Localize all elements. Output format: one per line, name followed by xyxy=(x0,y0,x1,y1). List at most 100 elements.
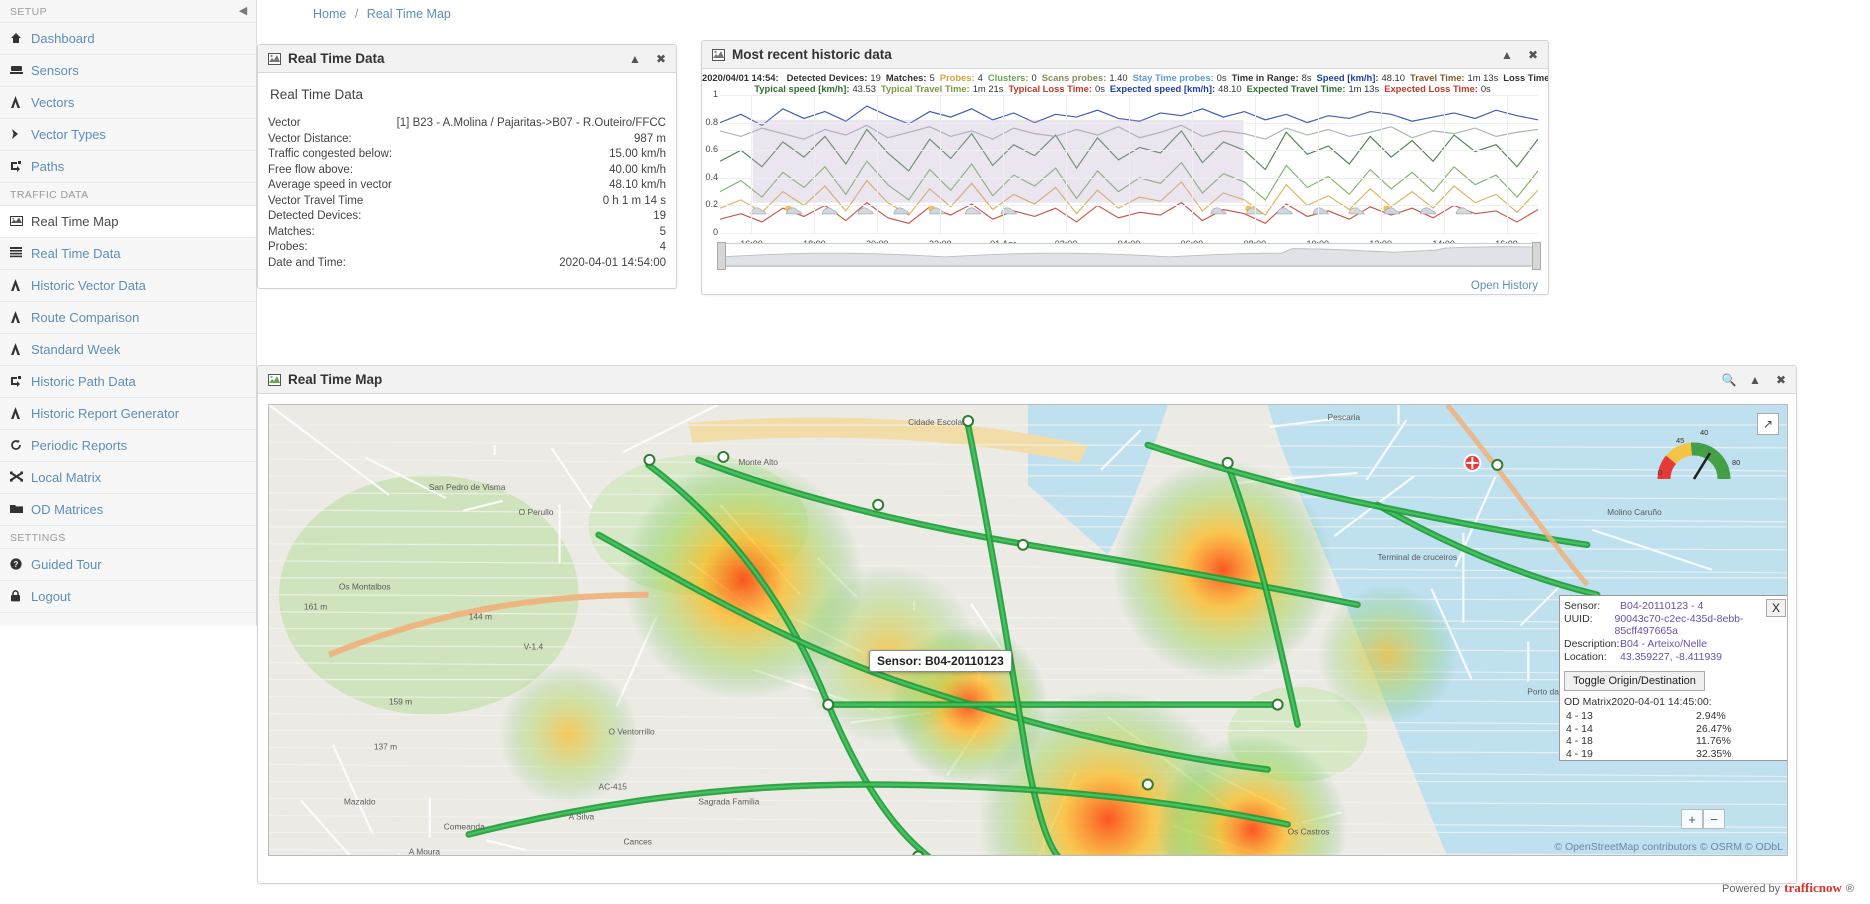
panel-title: Most recent historic data xyxy=(712,47,892,62)
sidebar-item-historic-report-generator[interactable]: Historic Report Generator xyxy=(0,398,256,430)
sidebar-item-label: OD Matrices xyxy=(31,502,103,517)
map-label: O Ventorrillo xyxy=(609,727,655,737)
chart-range-slider[interactable] xyxy=(720,243,1538,267)
zoom-in-button[interactable]: + xyxy=(1681,809,1703,829)
legend-entry: Matches:5 xyxy=(886,72,935,83)
toggle-origin-destination-button[interactable]: Toggle Origin/Destination xyxy=(1564,671,1705,691)
sidebar-item-label: Sensors xyxy=(31,63,79,78)
sidebar-group-title: SETTINGS xyxy=(0,526,256,549)
rt-data-value: 40.00 km/h xyxy=(609,163,666,179)
legend-entry: Loss Time:0s xyxy=(1503,72,1548,83)
legend-entry: Detected Devices:19 xyxy=(787,72,881,83)
sidebar-item-vectors[interactable]: Vectors xyxy=(0,87,256,119)
chart-icon xyxy=(712,49,725,61)
panel-title-text: Most recent historic data xyxy=(732,47,892,62)
real-time-map-panel: Real Time Map 🔍 ▲ ✖ Cidade EscolarSan Pe… xyxy=(257,365,1797,884)
gauge-needle xyxy=(1694,453,1710,479)
sidebar-collapse-icon[interactable]: ◀ xyxy=(236,4,250,18)
legend-label: Speed [km/h]: xyxy=(1317,72,1379,83)
legend-value: 1m 13s xyxy=(1348,83,1379,94)
expand-icon[interactable]: ↗ xyxy=(1757,413,1779,435)
sidebar-item-label: Guided Tour xyxy=(31,557,102,572)
popup-row: UUID:90043c70-c2ec-435d-8ebb-85cff497665… xyxy=(1560,613,1788,638)
od-key: 4 - 19 xyxy=(1566,748,1696,761)
sidebar-item-standard-week[interactable]: Standard Week xyxy=(0,334,256,366)
legend-entry: Typical Loss Time:0s xyxy=(1008,83,1104,94)
map-viewport[interactable]: Cidade EscolarSan Pedro de VismaO Perull… xyxy=(268,404,1788,856)
breadcrumb-current[interactable]: Real Time Map xyxy=(367,7,451,21)
zoom-out-button[interactable]: − xyxy=(1703,809,1725,829)
open-history-link[interactable]: Open History xyxy=(1471,280,1538,292)
legend-label: Typical Travel Time: xyxy=(881,83,970,94)
legend-value: 0s xyxy=(1217,72,1227,83)
rt-data-key: Vector xyxy=(268,116,301,132)
panel-header: Most recent historic data ▲ ✖ xyxy=(702,41,1548,69)
chart-legend-line-1: 2020/04/01 14:54:Detected Devices:19Matc… xyxy=(702,72,1548,83)
chart-icon xyxy=(268,53,281,65)
map-label: 161 m xyxy=(304,602,327,612)
map-label: 144 m xyxy=(469,612,492,622)
weather-icon xyxy=(1313,208,1328,214)
weather-icon xyxy=(1420,208,1435,214)
sidebar-item-sensors[interactable]: Sensors xyxy=(0,55,256,87)
close-icon[interactable]: ✖ xyxy=(1773,372,1789,388)
od-key: 4 - 14 xyxy=(1566,723,1696,736)
sidebar-item-label: Logout xyxy=(31,589,71,604)
range-handle-left[interactable] xyxy=(717,242,726,270)
breadcrumb-home[interactable]: Home xyxy=(313,7,346,21)
panel-buttons: ▲ ✖ xyxy=(627,45,669,73)
sidebar-filler xyxy=(0,626,257,904)
historic-chart-panel: Most recent historic data ▲ ✖ 2020/04/01… xyxy=(701,40,1549,295)
legend-entry: Probes:4 xyxy=(940,72,983,83)
range-handle-right[interactable] xyxy=(1532,242,1541,270)
panel-title: Real Time Data xyxy=(268,51,385,66)
gridline-vertical xyxy=(877,95,878,233)
rt-data-key: Free flow above: xyxy=(268,163,353,179)
sidebar-item-label: Historic Report Generator xyxy=(31,406,179,421)
legend-label: Probes: xyxy=(940,72,975,83)
collapse-icon[interactable]: ▲ xyxy=(627,51,643,67)
legend-value: 48.10 xyxy=(1218,83,1241,94)
weather-icon xyxy=(785,205,802,214)
sidebar-item-real-time-data[interactable]: Real Time Data xyxy=(0,238,256,270)
breadcrumb-separator: / xyxy=(355,7,358,21)
y-axis-tick: 0.8 xyxy=(704,117,718,127)
map-attribution: © OpenStreetMap contributors © OSRM © OD… xyxy=(1554,841,1783,853)
y-axis-tick: 1 xyxy=(704,89,718,99)
legend-value: 19 xyxy=(870,72,880,83)
sidebar-item-historic-path-data[interactable]: Historic Path Data xyxy=(0,366,256,398)
gridline-horizontal xyxy=(720,233,1538,234)
close-icon[interactable]: ✖ xyxy=(1525,47,1541,63)
popup-detail-rows: Sensor:B04-20110123 - 4UUID:90043c70-c2e… xyxy=(1560,600,1788,664)
svg-text:?: ? xyxy=(14,560,19,569)
magnifier-icon[interactable]: 🔍 xyxy=(1721,372,1737,388)
sidebar-item-vector-types[interactable]: Vector Types xyxy=(0,119,256,151)
map-label: Monte Alto xyxy=(738,457,778,467)
map-label: A Moura xyxy=(409,846,441,856)
collapse-icon[interactable]: ▲ xyxy=(1747,372,1763,388)
legend-value: 1m 21s xyxy=(973,83,1004,94)
sidebar-item-dashboard[interactable]: Dashboard xyxy=(0,23,256,55)
sidebar-item-local-matrix[interactable]: Local Matrix xyxy=(0,462,256,494)
sidebar-item-route-comparison[interactable]: Route Comparison xyxy=(0,302,256,334)
sidebar-item-paths[interactable]: Paths xyxy=(0,151,256,183)
footer: Powered by trafficnow ® xyxy=(1722,880,1854,896)
sidebar-item-logout[interactable]: Logout xyxy=(0,581,256,613)
sidebar-item-od-matrices[interactable]: OD Matrices xyxy=(0,494,256,526)
collapse-icon[interactable]: ▲ xyxy=(1499,47,1515,63)
close-icon[interactable]: ✖ xyxy=(653,51,669,67)
rt-data-row: Average speed in vector48.10 km/h xyxy=(268,178,666,194)
sidebar-item-real-time-map[interactable]: Real Time Map xyxy=(0,206,256,238)
sidebar-item-periodic-reports[interactable]: Periodic Reports xyxy=(0,430,256,462)
popup-value: 90043c70-c2ec-435d-8ebb-85cff497665a xyxy=(1614,613,1788,637)
sidebar-item-historic-vector-data[interactable]: Historic Vector Data xyxy=(0,270,256,302)
sidebar-item-label: Real Time Map xyxy=(31,214,118,229)
rt-data-row: Vector Travel Time0 h 1 m 14 s xyxy=(268,194,666,210)
gridline-vertical xyxy=(1507,95,1508,233)
chart-area[interactable]: 2020/04/01 14:54:Detected Devices:19Matc… xyxy=(702,69,1548,275)
refresh-icon xyxy=(10,439,24,453)
trademark: ® xyxy=(1846,883,1854,895)
sidebar-item-guided-tour[interactable]: ? Guided Tour xyxy=(0,549,256,581)
gauge-label: 45 xyxy=(1676,436,1684,445)
popup-close-button[interactable]: X xyxy=(1766,599,1786,617)
